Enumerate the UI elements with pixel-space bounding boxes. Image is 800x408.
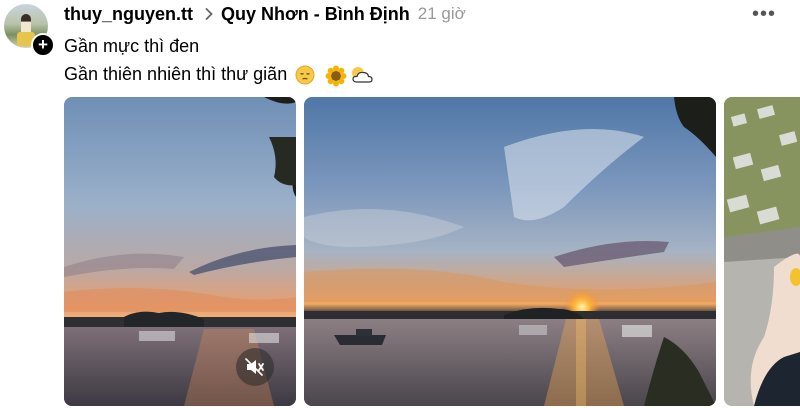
- post-time[interactable]: 21 giờ: [418, 4, 466, 24]
- caption-line-2: Gần thiên nhiên thì thư giãn: [64, 64, 375, 86]
- post-header: thuy_nguyen.tt Quy Nhơn - Bình Định 21 g…: [64, 2, 466, 26]
- follow-plus-icon[interactable]: +: [31, 33, 55, 57]
- location-link[interactable]: Quy Nhơn - Bình Định: [221, 4, 410, 25]
- avatar-container[interactable]: +: [4, 4, 55, 57]
- post-image-2[interactable]: [304, 97, 716, 406]
- mute-toggle-button[interactable]: [236, 348, 274, 386]
- username-link[interactable]: thuy_nguyen.tt: [64, 4, 193, 25]
- chevron-right-icon: [205, 8, 213, 20]
- more-options-icon[interactable]: •••: [752, 4, 776, 24]
- caption-line-2-text: Gần thiên nhiên thì thư giãn: [64, 64, 288, 84]
- caption-line-1: Gần mực thì đen: [64, 36, 200, 56]
- mute-icon: [245, 358, 264, 376]
- sun-behind-cloud-icon: [349, 65, 375, 85]
- sunflower-icon: [325, 65, 347, 86]
- pensive-face-icon: [295, 65, 315, 85]
- post-image-3[interactable]: [724, 97, 800, 406]
